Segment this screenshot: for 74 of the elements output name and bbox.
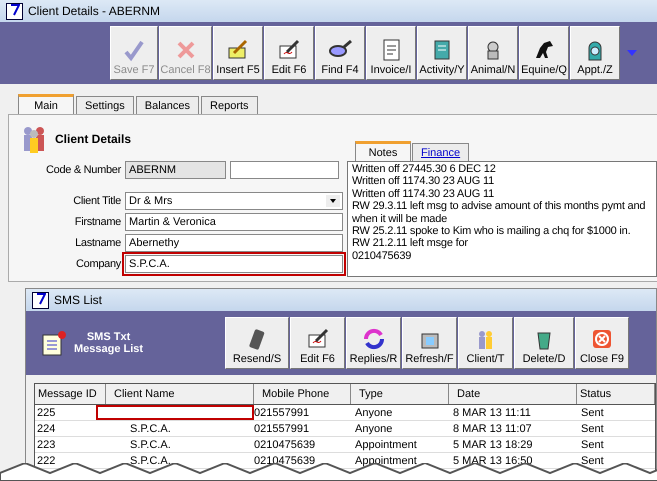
- field-label: Company: [75, 258, 121, 270]
- notes-text[interactable]: Written off 27445.30 6 DEC 12 Written off 1174.30 23 AUG 11 Written off 1174.30 23 AUG 11 RW 29.3.11 left msg to advise amount of this months pymt and when it will be made RW 25.2.11 spoke to Kim who is mailing a chq for $1000 in. RW 21.2.11 left msge for 0210475639: [347, 161, 657, 277]
- toolbar-button[interactable]: Insert F5: [213, 26, 263, 80]
- table-cell-text: 021557991: [254, 422, 310, 436]
- table-cell-text: 8 MAR 13 11:11: [452, 406, 532, 420]
- field-label: Lastname: [74, 237, 121, 249]
- field-label: Firstname: [74, 216, 121, 228]
- toolbar-button[interactable]: Delete/D: [514, 317, 574, 369]
- notepad-icon: [40, 329, 68, 357]
- table-cell-text: Appointment: [354, 454, 418, 468]
- toolbar-button[interactable]: Find F4: [315, 26, 365, 80]
- tab[interactable]: Balances: [136, 96, 200, 114]
- toolbar-button[interactable]: Client/T: [458, 317, 513, 369]
- table-cell-text: 5 MAR 13 18:29: [452, 438, 534, 452]
- toolbar-button[interactable]: Refresh/F: [402, 317, 457, 369]
- tab[interactable]: Reports: [201, 96, 258, 114]
- section-title: Client Details: [55, 132, 132, 146]
- notes-tab[interactable]: Finance: [412, 143, 470, 161]
- window-title: SMS List: [54, 293, 102, 307]
- column-header[interactable]: Date: [449, 384, 577, 404]
- table-cell-text: Sent: [580, 406, 605, 420]
- table-cell-text: 021557991: [254, 406, 310, 420]
- table-cell-text: 223: [36, 438, 56, 452]
- notes-tab[interactable]: Notes: [355, 141, 411, 161]
- table-cell-text: Anyone: [354, 406, 394, 420]
- title-dropdown[interactable]: Dr & Mrs: [125, 192, 343, 210]
- column-header[interactable]: Status: [577, 384, 655, 404]
- table-cell-text: Anyone: [354, 422, 394, 436]
- refresh-icon: [362, 327, 386, 351]
- table-cell-text: 8 MAR 13 11:07: [452, 422, 533, 436]
- table-cell-text: Sent: [580, 454, 605, 468]
- text-field[interactable]: Martin & Veronica: [125, 213, 343, 231]
- table-cell-text: 222: [36, 454, 56, 468]
- toolbar-button[interactable]: Invoice/I: [366, 26, 416, 80]
- checkmark-icon: [122, 38, 146, 62]
- caret-icon: [326, 195, 340, 207]
- number-field[interactable]: [230, 161, 339, 179]
- toolbar-button[interactable]: Close F9: [575, 317, 629, 369]
- field-label: Client Title: [72, 195, 121, 207]
- column-header[interactable]: Message ID: [35, 384, 106, 404]
- table-cell-text: 0210475639: [254, 454, 316, 468]
- tab[interactable]: Main: [18, 94, 74, 114]
- field-label: Code & Number: [45, 164, 121, 176]
- column-header[interactable]: Type: [351, 384, 449, 404]
- toolbar-button[interactable]: Activity/Y: [417, 26, 467, 80]
- table-cell-text: Appointment: [354, 438, 418, 452]
- table-cell-text: Sent: [580, 422, 605, 436]
- text-field[interactable]: Abernethy: [125, 234, 343, 252]
- column-header[interactable]: Client Name: [106, 384, 254, 404]
- people-icon: [21, 124, 47, 154]
- close-icon: [590, 327, 614, 351]
- toolbar-button[interactable]: Equine/Q: [519, 26, 569, 80]
- toolbar-button[interactable]: Edit F6: [290, 317, 345, 369]
- toolbar-button[interactable]: Resend/S: [225, 317, 289, 369]
- toolbar-button[interactable]: Edit F6: [264, 26, 314, 80]
- app-logo-icon: [32, 292, 49, 308]
- toolbar-button[interactable]: Appt./Z: [570, 26, 620, 80]
- table-cell-text: 225: [36, 406, 56, 420]
- app-logo-icon: [6, 2, 23, 20]
- table-cell-text: 0210475639: [254, 438, 316, 452]
- toolbar-button[interactable]: Replies/R: [346, 317, 401, 369]
- table-cell-text: S.P.C.A.: [129, 422, 172, 436]
- table-cell-text: 5 MAR 13 16:50: [452, 454, 534, 468]
- list-title: SMS Txt Message List: [74, 331, 144, 355]
- toolbar-button[interactable]: Animal/N: [468, 26, 518, 80]
- column-header[interactable]: Mobile Phone: [254, 384, 351, 404]
- code-field[interactable]: ABERNM: [125, 161, 226, 179]
- text-field[interactable]: S.P.C.A.: [125, 255, 343, 273]
- table-cell-text: Sent: [580, 438, 605, 452]
- table-cell-text: S.P.C.A.: [129, 454, 172, 468]
- tab[interactable]: Settings: [76, 96, 134, 114]
- table-cell-text: 224: [36, 422, 56, 436]
- window-title: Client Details - ABERNM: [28, 4, 160, 18]
- table-cell-text: S.P.C.A.: [129, 438, 172, 452]
